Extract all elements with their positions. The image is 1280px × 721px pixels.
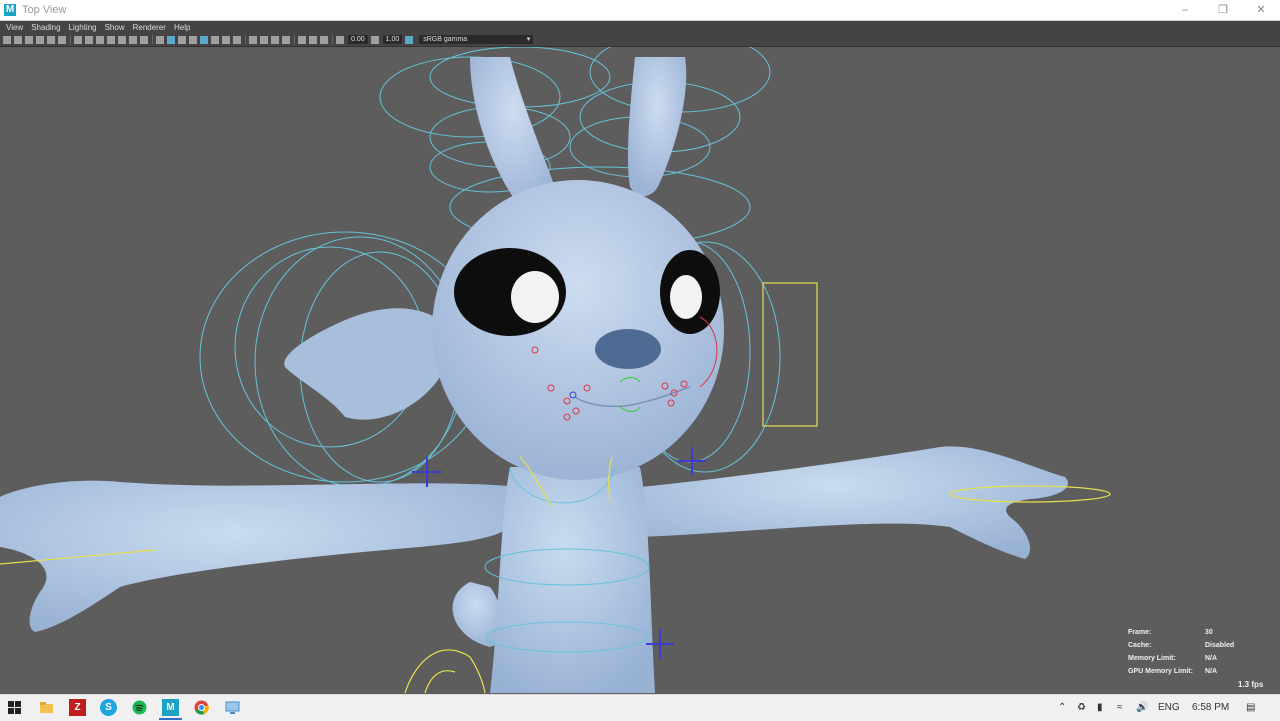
view-transform-value: sRGB gamma xyxy=(423,36,468,43)
chevron-down-icon: ▾ xyxy=(526,36,531,43)
hud-value: N/A xyxy=(1205,655,1218,662)
textured-icon[interactable] xyxy=(233,35,241,44)
menu-help[interactable]: Help xyxy=(174,23,190,32)
grease-pencil-icon[interactable] xyxy=(58,35,66,44)
image-plane-icon[interactable] xyxy=(36,35,44,44)
safe-title-icon[interactable] xyxy=(140,35,148,44)
maya-taskbar-icon[interactable]: M xyxy=(159,699,182,720)
xray-joints-icon[interactable] xyxy=(309,35,317,44)
exposure-icon[interactable] xyxy=(336,35,344,44)
scene-render xyxy=(0,47,1111,693)
menu-renderer[interactable]: Renderer xyxy=(133,23,166,32)
wireframe-on-shaded-icon[interactable] xyxy=(189,35,197,44)
toolbar-divider xyxy=(152,35,153,44)
filezilla-icon[interactable]: Z xyxy=(69,699,86,716)
remote-desktop-icon[interactable] xyxy=(224,699,241,716)
torso xyxy=(490,467,655,693)
viewport-3d[interactable] xyxy=(0,47,1280,693)
two-d-pan-icon[interactable] xyxy=(47,35,55,44)
bookmark-icon[interactable] xyxy=(25,35,33,44)
hud-label: Frame: xyxy=(1128,629,1152,636)
window-titlebar: M Top View – ❐ ✕ xyxy=(0,0,1280,21)
hud-value: N/A xyxy=(1205,668,1218,675)
clock[interactable]: 6:58 PM xyxy=(1192,695,1229,721)
chrome-icon[interactable] xyxy=(193,699,210,716)
toolbar-divider xyxy=(332,35,333,44)
fps-readout: 1.3 fps xyxy=(1238,680,1264,689)
windows-start-icon[interactable] xyxy=(6,699,23,716)
restore-icon[interactable]: ❐ xyxy=(1204,0,1242,20)
grid-icon[interactable] xyxy=(74,35,82,44)
resolution-gate-icon[interactable] xyxy=(96,35,104,44)
hud-value: Disabled xyxy=(1205,642,1235,649)
xray-icon[interactable] xyxy=(200,35,208,44)
menu-shading[interactable]: Shading xyxy=(31,23,60,32)
toolbar-divider xyxy=(70,35,71,44)
gamma-field[interactable]: 1.00 xyxy=(382,35,403,44)
hud-row-frame: Frame: 30 xyxy=(1128,626,1234,639)
anti-aliasing-icon[interactable] xyxy=(271,35,279,44)
panel-toolbar: 0.00 1.00 sRGB gamma ▾ xyxy=(0,33,1280,47)
show-hidden-icons-chevron-icon[interactable]: ⌃ xyxy=(1058,695,1066,721)
use-all-lights-icon[interactable] xyxy=(211,35,219,44)
hud-row-gpu-memory: GPU Memory Limit: N/A xyxy=(1128,665,1234,678)
battery-icon[interactable]: ▮ xyxy=(1097,695,1103,721)
wireframe-icon[interactable] xyxy=(156,35,164,44)
window-title: Top View xyxy=(22,4,67,16)
toolbar-divider xyxy=(245,35,246,44)
shadows-icon[interactable] xyxy=(222,35,230,44)
arm-right xyxy=(640,446,1069,559)
hud-label: Memory Limit: xyxy=(1128,655,1176,662)
maya-icon: M xyxy=(4,4,16,16)
close-icon[interactable]: ✕ xyxy=(1242,0,1280,20)
hud-label: Cache: xyxy=(1128,642,1152,649)
color-management-icon[interactable] xyxy=(405,35,414,44)
language-indicator[interactable]: ENG xyxy=(1158,695,1180,721)
default-material-icon[interactable] xyxy=(178,35,186,44)
gamma-icon[interactable] xyxy=(370,35,379,44)
eye-left-highlight xyxy=(511,271,559,323)
sync-tray-icon[interactable]: ♻ xyxy=(1077,695,1086,721)
spotify-icon[interactable] xyxy=(131,699,148,716)
exposure-field[interactable]: 0.00 xyxy=(348,35,368,44)
hud-row-cache: Cache: Disabled xyxy=(1128,639,1234,652)
hud-value: 30 xyxy=(1205,629,1213,636)
side-ear xyxy=(284,308,450,420)
motion-blur-icon[interactable] xyxy=(260,35,268,44)
ambient-occlusion-icon[interactable] xyxy=(249,35,257,44)
isolate-select-icon[interactable] xyxy=(298,35,306,44)
eye-right-highlight xyxy=(670,275,702,319)
toolbar-divider xyxy=(294,35,295,44)
smooth-shade-icon[interactable] xyxy=(167,35,175,44)
skype-icon[interactable]: S xyxy=(100,699,117,716)
safe-action-icon[interactable] xyxy=(129,35,137,44)
select-camera-icon[interactable] xyxy=(3,35,11,44)
minimize-icon[interactable]: – xyxy=(1166,0,1204,20)
arm-left xyxy=(0,480,520,632)
film-gate-icon[interactable] xyxy=(85,35,93,44)
heads-up-display: Frame: 30 Cache: Disabled Memory Limit: … xyxy=(1128,626,1234,678)
panel-menu-bar: View Shading Lighting Show Renderer Help xyxy=(0,21,1280,33)
hud-label: GPU Memory Limit: xyxy=(1128,668,1193,675)
windows-taskbar: Z S M ⌃ ♻ ▮ ≈ 🔊 ENG 6:58 PM ▤ xyxy=(0,694,1280,721)
field-chart-icon[interactable] xyxy=(118,35,126,44)
nose xyxy=(595,329,661,369)
menu-show[interactable]: Show xyxy=(105,23,125,32)
file-explorer-icon[interactable] xyxy=(38,699,55,716)
wifi-icon[interactable]: ≈ xyxy=(1117,695,1123,721)
menu-view[interactable]: View xyxy=(6,23,23,32)
xray-active-icon[interactable] xyxy=(320,35,328,44)
camera-attributes-icon[interactable] xyxy=(14,35,22,44)
hud-row-memory: Memory Limit: N/A xyxy=(1128,652,1234,665)
menu-lighting[interactable]: Lighting xyxy=(69,23,97,32)
volume-icon[interactable]: 🔊 xyxy=(1136,695,1148,721)
gate-mask-icon[interactable] xyxy=(107,35,115,44)
notifications-icon[interactable]: ▤ xyxy=(1246,695,1255,721)
depth-of-field-icon[interactable] xyxy=(282,35,290,44)
ear-right xyxy=(627,57,687,197)
view-transform-dropdown[interactable]: sRGB gamma ▾ xyxy=(419,35,534,44)
